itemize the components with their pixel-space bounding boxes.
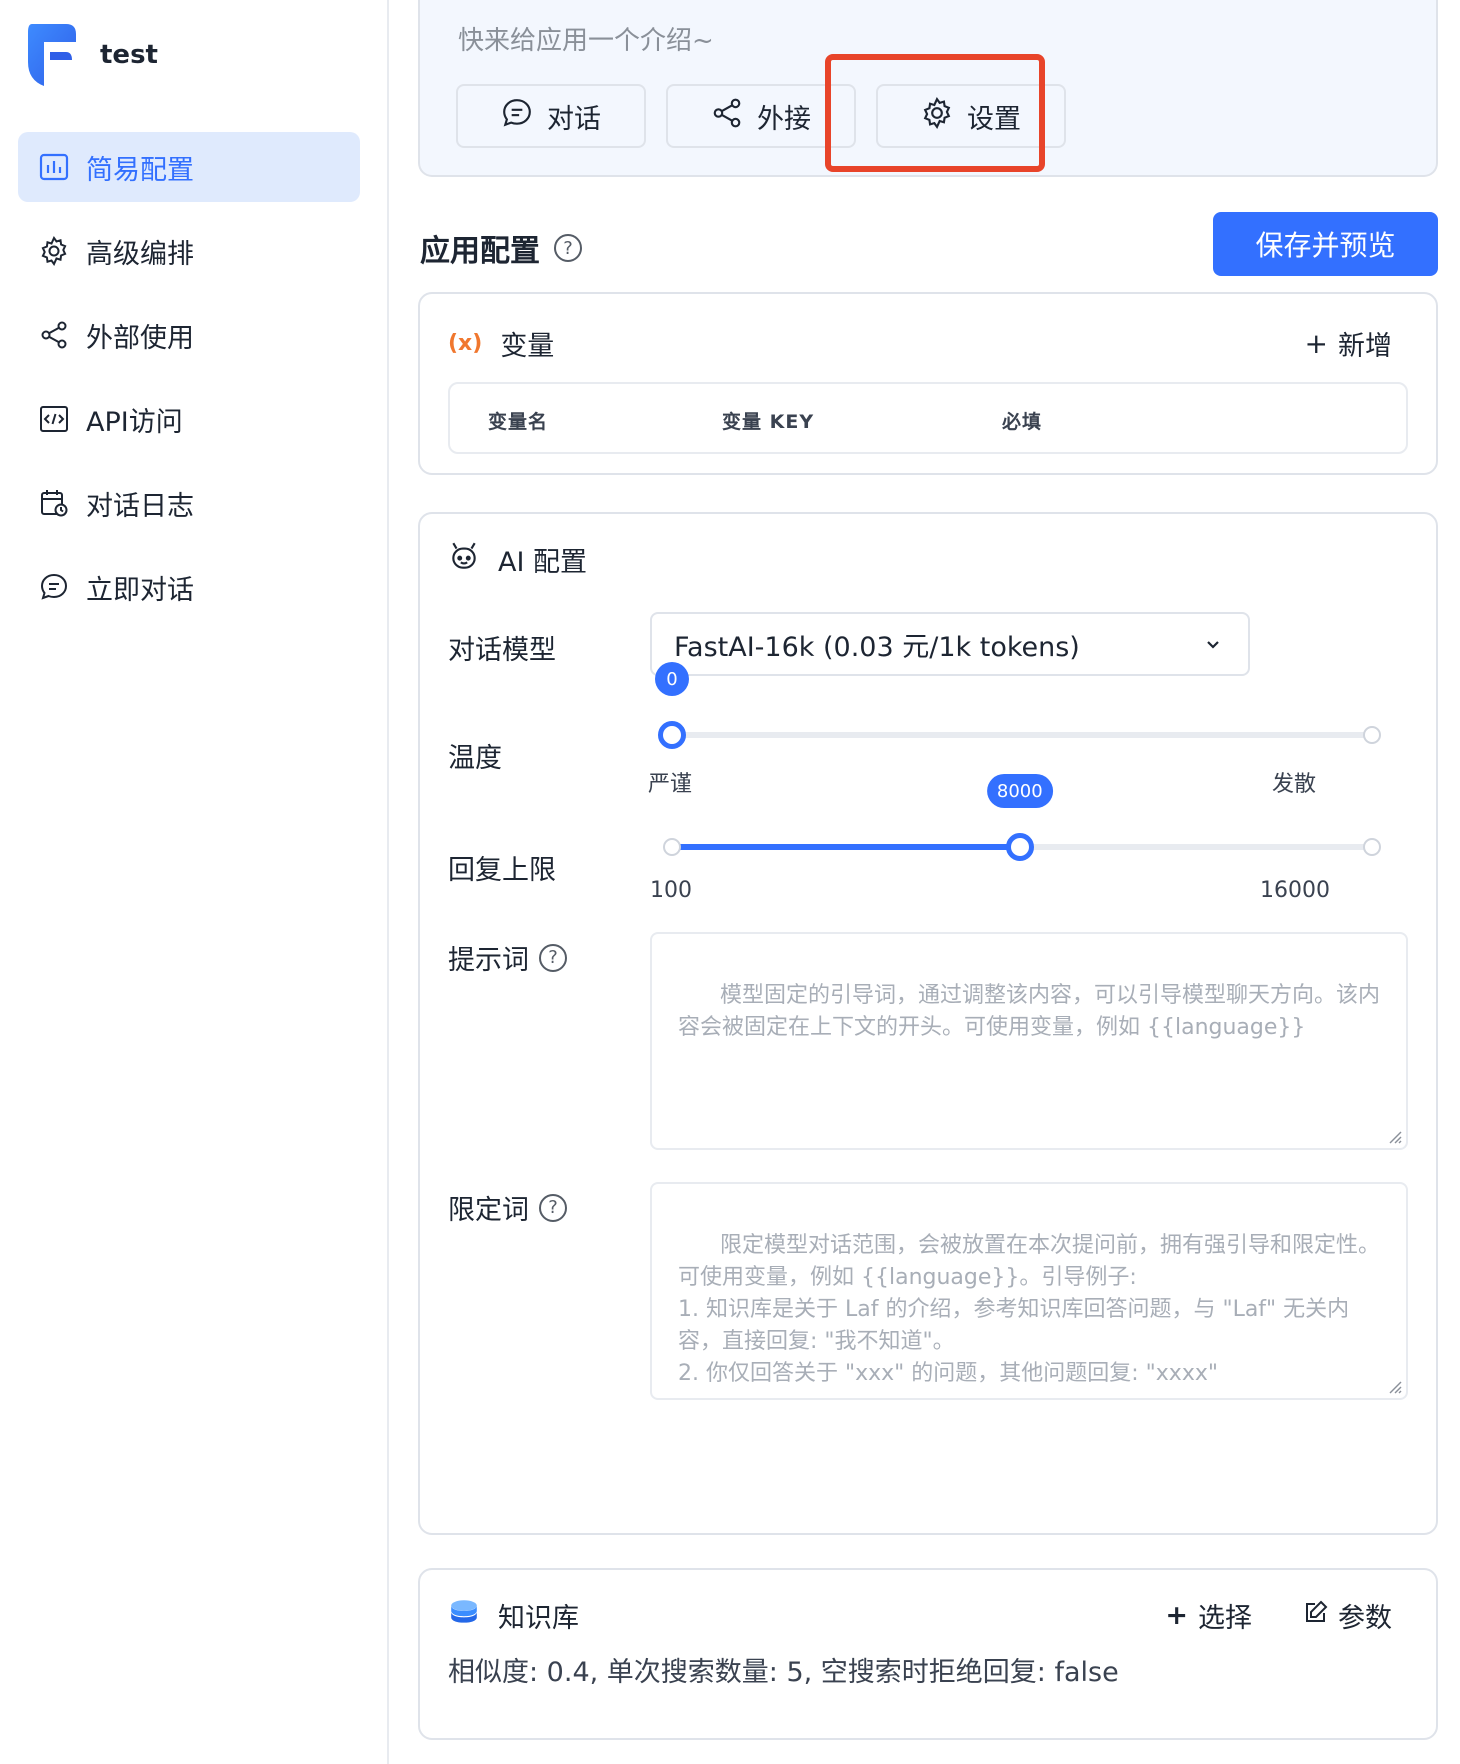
- chat-button-label: 对话: [547, 103, 601, 135]
- help-icon[interactable]: ?: [539, 943, 567, 972]
- sidebar: test 简易配置 高级编排 外部使用 API访问 对话日志 立即对话: [0, 0, 389, 1764]
- limit-label-row: 限定词 ?: [448, 1188, 567, 1227]
- prompt-placeholder: 模型固定的引导词，通过调整该内容，可以引导模型聊天方向。该内容会被固定在上下文的…: [678, 983, 1380, 1040]
- plus-icon: +: [1165, 1600, 1188, 1631]
- knowledge-base-card: 知识库 + 选择 参数 相似度: 0.4, 单次搜索数量: 5, 空搜索时拒绝回…: [418, 1568, 1438, 1740]
- prompt-textarea[interactable]: 模型固定的引导词，通过调整该内容，可以引导模型聊天方向。该内容会被固定在上下文的…: [650, 932, 1408, 1150]
- temperature-slider-thumb[interactable]: [658, 721, 686, 749]
- slider-end-dot: [1363, 726, 1381, 744]
- max-tokens-value-bubble: 8000: [986, 774, 1053, 808]
- section-title-text: 应用配置: [420, 234, 540, 269]
- settings-button[interactable]: 设置: [876, 84, 1066, 148]
- settings-button-label: 设置: [967, 103, 1021, 135]
- select-knowledge-label: 选择: [1198, 1603, 1252, 1634]
- share-icon: [38, 319, 70, 351]
- model-select[interactable]: FastAI-16k (0.03 元/1k tokens): [650, 612, 1250, 676]
- database-icon: [448, 1596, 480, 1635]
- knowledge-base-title: 知识库: [498, 1603, 579, 1634]
- help-icon[interactable]: ?: [554, 234, 582, 262]
- limit-textarea[interactable]: 限定模型对话范围，会被放置在本次提问前，拥有强引导和限定性。可使用变量，例如 {…: [650, 1182, 1408, 1400]
- column-header-key: 变量 KEY: [722, 411, 815, 433]
- max-tokens-max-label: 16000: [1260, 878, 1330, 903]
- sidebar-item-external[interactable]: 外部使用: [18, 300, 360, 370]
- prompt-label-row: 提示词 ?: [448, 938, 567, 977]
- sidebar-item-advanced[interactable]: 高级编排: [18, 216, 360, 286]
- sidebar-item-label: API访问: [86, 406, 183, 438]
- resize-grip-icon[interactable]: [1386, 1128, 1402, 1144]
- sidebar-item-chat-now[interactable]: 立即对话: [18, 552, 360, 622]
- sidebar-item-label: 立即对话: [86, 574, 194, 606]
- intro-actions: 对话 外接 设置: [456, 84, 1066, 148]
- prompt-label: 提示词: [448, 945, 529, 976]
- robot-icon: [448, 540, 480, 579]
- temperature-slider[interactable]: 0: [655, 662, 1381, 754]
- slider-start-dot: [663, 838, 681, 856]
- sidebar-item-label: 高级编排: [86, 238, 194, 270]
- variables-title: 变量: [500, 331, 555, 362]
- model-select-value: FastAI-16k (0.03 元/1k tokens): [674, 631, 1080, 663]
- column-header-name: 变量名: [488, 411, 549, 433]
- sidebar-item-label: 外部使用: [86, 322, 194, 354]
- max-tokens-min-label: 100: [650, 878, 692, 903]
- chat-bubble-icon: [38, 571, 70, 603]
- knowledge-base-summary: 相似度: 0.4, 单次搜索数量: 5, 空搜索时拒绝回复: false: [448, 1657, 1119, 1688]
- gear-icon: [921, 96, 953, 136]
- max-tokens-label: 回复上限: [448, 855, 556, 886]
- app-logo-icon: [28, 24, 76, 86]
- share-icon: [711, 97, 743, 136]
- sidebar-item-label: 对话日志: [86, 490, 194, 522]
- code-icon: [38, 403, 70, 435]
- chevron-down-icon: [1204, 629, 1222, 660]
- variables-table-header: 变量名 变量 KEY 必填: [448, 382, 1408, 454]
- external-button[interactable]: 外接: [666, 84, 856, 148]
- add-variable-button[interactable]: + 新增: [1305, 324, 1392, 363]
- app-name: test: [100, 40, 158, 70]
- plus-icon: +: [1304, 327, 1328, 360]
- gear-icon: [38, 235, 70, 267]
- app-config-title: 应用配置 ?: [420, 226, 582, 270]
- select-knowledge-button[interactable]: + 选择: [1165, 1596, 1252, 1635]
- knowledge-params-label: 参数: [1338, 1603, 1392, 1634]
- model-label: 对话模型: [448, 635, 556, 666]
- sidebar-item-simple-config[interactable]: 简易配置: [18, 132, 360, 202]
- temperature-value-bubble: 0: [655, 662, 689, 696]
- variables-header: (x) 变量: [448, 324, 554, 363]
- limit-placeholder: 限定模型对话范围，会被放置在本次提问前，拥有强引导和限定性。可使用变量，例如 {…: [678, 1233, 1380, 1386]
- intro-placeholder[interactable]: 快来给应用一个介绍~: [458, 20, 714, 57]
- brand[interactable]: test: [26, 22, 158, 88]
- main-content: 快来给应用一个介绍~ 对话 外接 设置 应用配置 ? 保存并预览 (x) 变量 …: [390, 0, 1460, 1764]
- sidebar-item-label: 简易配置: [86, 154, 194, 186]
- knowledge-params-button[interactable]: 参数: [1304, 1596, 1392, 1635]
- column-header-required: 必填: [1002, 411, 1043, 433]
- chart-box-icon: [38, 151, 70, 183]
- resize-grip-icon[interactable]: [1386, 1378, 1402, 1394]
- temperature-label: 温度: [448, 743, 502, 774]
- slider-fill: [672, 844, 1020, 850]
- help-icon[interactable]: ?: [539, 1193, 567, 1222]
- variable-icon: (x): [448, 331, 483, 356]
- external-button-label: 外接: [757, 103, 811, 135]
- edit-icon: [1304, 1600, 1328, 1631]
- ai-config-title: AI 配置: [498, 547, 588, 578]
- chat-bubble-icon: [501, 97, 533, 136]
- save-and-preview-button[interactable]: 保存并预览: [1213, 212, 1438, 276]
- sidebar-item-api[interactable]: API访问: [18, 384, 360, 454]
- sidebar-nav: 简易配置 高级编排 外部使用 API访问 对话日志 立即对话: [18, 132, 360, 636]
- add-variable-label: 新增: [1338, 331, 1392, 362]
- limit-label: 限定词: [448, 1195, 529, 1226]
- max-tokens-slider-thumb[interactable]: [1005, 833, 1034, 861]
- sidebar-item-logs[interactable]: 对话日志: [18, 468, 360, 538]
- temperature-max-label: 发散: [1272, 772, 1317, 797]
- ai-config-card: AI 配置 对话模型 FastAI-16k (0.03 元/1k tokens)…: [418, 512, 1438, 1535]
- app-intro-card: 快来给应用一个介绍~ 对话 外接 设置: [418, 0, 1438, 177]
- variables-card: (x) 变量 + 新增 变量名 变量 KEY 必填: [418, 292, 1438, 475]
- max-tokens-slider[interactable]: 8000: [663, 774, 1381, 866]
- slider-end-dot: [1363, 838, 1381, 856]
- temperature-min-label: 严谨: [648, 772, 693, 797]
- slider-track: [672, 732, 1372, 738]
- ai-config-header: AI 配置: [448, 540, 587, 579]
- knowledge-base-header: 知识库: [448, 1596, 579, 1635]
- chat-button[interactable]: 对话: [456, 84, 646, 148]
- calendar-log-icon: [38, 487, 70, 519]
